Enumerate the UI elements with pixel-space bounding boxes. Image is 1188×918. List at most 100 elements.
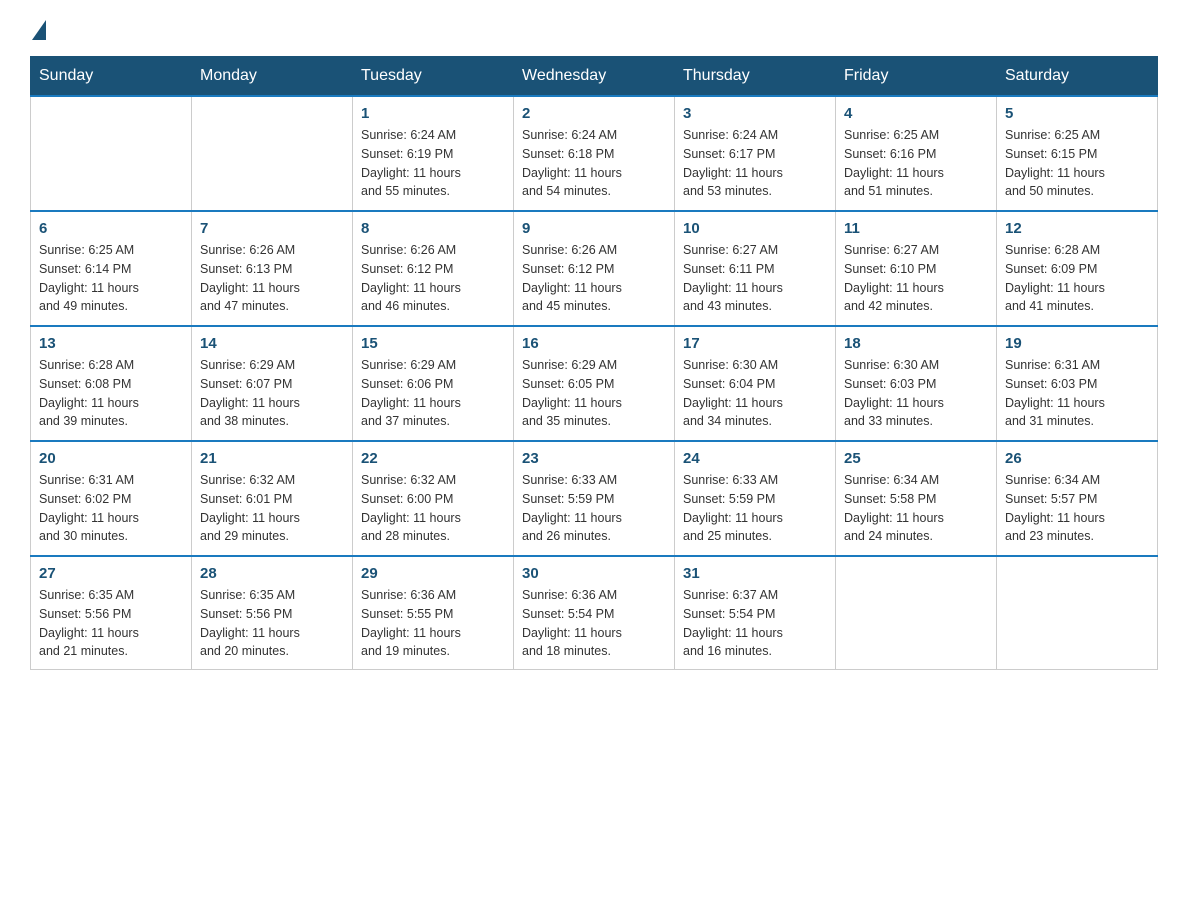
day-number: 13 (39, 335, 183, 352)
day-info: Sunrise: 6:36 AM Sunset: 5:54 PM Dayligh… (522, 586, 666, 661)
day-number: 28 (200, 565, 344, 582)
day-info: Sunrise: 6:29 AM Sunset: 6:06 PM Dayligh… (361, 356, 505, 431)
calendar-day-cell: 29Sunrise: 6:36 AM Sunset: 5:55 PM Dayli… (353, 556, 514, 670)
day-info: Sunrise: 6:26 AM Sunset: 6:12 PM Dayligh… (361, 241, 505, 316)
day-number: 20 (39, 450, 183, 467)
calendar-day-cell: 14 Sunrise: 6:29 AM Sunset: 6:07 PM Dayli… (192, 326, 353, 441)
day-info: Sunrise: 6:32 AM Sunset: 6:00 PM Dayligh… (361, 471, 505, 546)
day-info: Sunrise: 6:29 AM Sunset: 6:05 PM Dayligh… (522, 356, 666, 431)
calendar-day-cell: 5Sunrise: 6:25 AM Sunset: 6:15 PM Daylig… (997, 96, 1158, 211)
calendar-day-cell (836, 556, 997, 670)
calendar-week-row: 13 Sunrise: 6:28 AM Sunset: 6:08 PM Dayli… (31, 326, 1158, 441)
day-info: Sunrise: 6:25 AM Sunset: 6:14 PM Dayligh… (39, 241, 183, 316)
day-info: Sunrise: 6:30 AM Sunset: 6:03 PM Dayligh… (844, 356, 988, 431)
day-info: Sunrise: 6:35 AM Sunset: 5:56 PM Dayligh… (200, 586, 344, 661)
day-number: 11 (844, 220, 988, 237)
calendar-day-cell: 1 Sunrise: 6:24 AM Sunset: 6:19 PM Daylig… (353, 96, 514, 211)
day-info: Sunrise: 6:24 AM Sunset: 6:19 PM Dayligh… (361, 126, 505, 201)
day-info: Sunrise: 6:31 AM Sunset: 6:02 PM Dayligh… (39, 471, 183, 546)
day-number: 6 (39, 220, 183, 237)
calendar-week-row: 27 Sunrise: 6:35 AM Sunset: 5:56 PM Dayli… (31, 556, 1158, 670)
day-info: Sunrise: 6:34 AM Sunset: 5:58 PM Dayligh… (844, 471, 988, 546)
calendar-day-cell (31, 96, 192, 211)
day-of-week-header: Wednesday (514, 57, 675, 97)
calendar-day-cell: 24 Sunrise: 6:33 AM Sunset: 5:59 PM Dayli… (675, 441, 836, 556)
logo-text-block (30, 20, 46, 36)
calendar-day-cell: 27 Sunrise: 6:35 AM Sunset: 5:56 PM Dayli… (31, 556, 192, 670)
day-info: Sunrise: 6:25 AM Sunset: 6:15 PM Dayligh… (1005, 126, 1149, 201)
day-info: Sunrise: 6:28 AM Sunset: 6:08 PM Dayligh… (39, 356, 183, 431)
calendar-day-cell: 10Sunrise: 6:27 AM Sunset: 6:11 PM Dayli… (675, 211, 836, 326)
day-number: 21 (200, 450, 344, 467)
day-info: Sunrise: 6:35 AM Sunset: 5:56 PM Dayligh… (39, 586, 183, 661)
day-number: 1 (361, 105, 505, 122)
day-info: Sunrise: 6:33 AM Sunset: 5:59 PM Dayligh… (522, 471, 666, 546)
day-number: 9 (522, 220, 666, 237)
day-number: 14 (200, 335, 344, 352)
logo (30, 20, 46, 36)
calendar-week-row: 1 Sunrise: 6:24 AM Sunset: 6:19 PM Daylig… (31, 96, 1158, 211)
day-number: 24 (683, 450, 827, 467)
day-info: Sunrise: 6:26 AM Sunset: 6:12 PM Dayligh… (522, 241, 666, 316)
calendar-day-cell: 21 Sunrise: 6:32 AM Sunset: 6:01 PM Dayli… (192, 441, 353, 556)
day-of-week-header: Tuesday (353, 57, 514, 97)
day-number: 22 (361, 450, 505, 467)
calendar-day-cell: 12Sunrise: 6:28 AM Sunset: 6:09 PM Dayli… (997, 211, 1158, 326)
day-number: 23 (522, 450, 666, 467)
day-of-week-header: Thursday (675, 57, 836, 97)
page-header (30, 20, 1158, 36)
day-number: 27 (39, 565, 183, 582)
calendar-day-cell (997, 556, 1158, 670)
day-info: Sunrise: 6:28 AM Sunset: 6:09 PM Dayligh… (1005, 241, 1149, 316)
calendar-header-row: SundayMondayTuesdayWednesdayThursdayFrid… (31, 57, 1158, 97)
calendar-day-cell: 11 Sunrise: 6:27 AM Sunset: 6:10 PM Dayli… (836, 211, 997, 326)
day-of-week-header: Monday (192, 57, 353, 97)
calendar-week-row: 6 Sunrise: 6:25 AM Sunset: 6:14 PM Daylig… (31, 211, 1158, 326)
calendar-day-cell: 2Sunrise: 6:24 AM Sunset: 6:18 PM Daylig… (514, 96, 675, 211)
calendar-day-cell: 18 Sunrise: 6:30 AM Sunset: 6:03 PM Dayli… (836, 326, 997, 441)
day-number: 4 (844, 105, 988, 122)
day-number: 7 (200, 220, 344, 237)
calendar-day-cell: 23 Sunrise: 6:33 AM Sunset: 5:59 PM Dayli… (514, 441, 675, 556)
day-info: Sunrise: 6:33 AM Sunset: 5:59 PM Dayligh… (683, 471, 827, 546)
calendar-day-cell: 30 Sunrise: 6:36 AM Sunset: 5:54 PM Dayli… (514, 556, 675, 670)
day-number: 16 (522, 335, 666, 352)
logo-triangle-icon (32, 20, 46, 40)
calendar-day-cell: 31Sunrise: 6:37 AM Sunset: 5:54 PM Dayli… (675, 556, 836, 670)
calendar-day-cell: 17 Sunrise: 6:30 AM Sunset: 6:04 PM Dayli… (675, 326, 836, 441)
calendar-day-cell: 6 Sunrise: 6:25 AM Sunset: 6:14 PM Daylig… (31, 211, 192, 326)
day-info: Sunrise: 6:31 AM Sunset: 6:03 PM Dayligh… (1005, 356, 1149, 431)
day-info: Sunrise: 6:34 AM Sunset: 5:57 PM Dayligh… (1005, 471, 1149, 546)
day-info: Sunrise: 6:27 AM Sunset: 6:10 PM Dayligh… (844, 241, 988, 316)
day-number: 15 (361, 335, 505, 352)
calendar-day-cell: 15 Sunrise: 6:29 AM Sunset: 6:06 PM Dayli… (353, 326, 514, 441)
day-info: Sunrise: 6:30 AM Sunset: 6:04 PM Dayligh… (683, 356, 827, 431)
day-number: 30 (522, 565, 666, 582)
day-info: Sunrise: 6:26 AM Sunset: 6:13 PM Dayligh… (200, 241, 344, 316)
calendar-day-cell: 9 Sunrise: 6:26 AM Sunset: 6:12 PM Daylig… (514, 211, 675, 326)
day-number: 19 (1005, 335, 1149, 352)
calendar-day-cell: 3Sunrise: 6:24 AM Sunset: 6:17 PM Daylig… (675, 96, 836, 211)
calendar-day-cell: 8Sunrise: 6:26 AM Sunset: 6:12 PM Daylig… (353, 211, 514, 326)
day-info: Sunrise: 6:29 AM Sunset: 6:07 PM Dayligh… (200, 356, 344, 431)
calendar-day-cell: 19 Sunrise: 6:31 AM Sunset: 6:03 PM Dayli… (997, 326, 1158, 441)
calendar-day-cell: 13 Sunrise: 6:28 AM Sunset: 6:08 PM Dayli… (31, 326, 192, 441)
calendar-week-row: 20 Sunrise: 6:31 AM Sunset: 6:02 PM Dayli… (31, 441, 1158, 556)
calendar-day-cell: 25Sunrise: 6:34 AM Sunset: 5:58 PM Dayli… (836, 441, 997, 556)
day-number: 17 (683, 335, 827, 352)
day-info: Sunrise: 6:25 AM Sunset: 6:16 PM Dayligh… (844, 126, 988, 201)
day-info: Sunrise: 6:36 AM Sunset: 5:55 PM Dayligh… (361, 586, 505, 661)
day-number: 18 (844, 335, 988, 352)
day-info: Sunrise: 6:32 AM Sunset: 6:01 PM Dayligh… (200, 471, 344, 546)
calendar-day-cell (192, 96, 353, 211)
calendar-day-cell: 28 Sunrise: 6:35 AM Sunset: 5:56 PM Dayli… (192, 556, 353, 670)
day-number: 26 (1005, 450, 1149, 467)
day-number: 3 (683, 105, 827, 122)
calendar-day-cell: 16 Sunrise: 6:29 AM Sunset: 6:05 PM Dayli… (514, 326, 675, 441)
day-info: Sunrise: 6:37 AM Sunset: 5:54 PM Dayligh… (683, 586, 827, 661)
day-of-week-header: Friday (836, 57, 997, 97)
calendar-day-cell: 22 Sunrise: 6:32 AM Sunset: 6:00 PM Dayli… (353, 441, 514, 556)
day-of-week-header: Saturday (997, 57, 1158, 97)
day-number: 10 (683, 220, 827, 237)
calendar-table: SundayMondayTuesdayWednesdayThursdayFrid… (30, 56, 1158, 670)
